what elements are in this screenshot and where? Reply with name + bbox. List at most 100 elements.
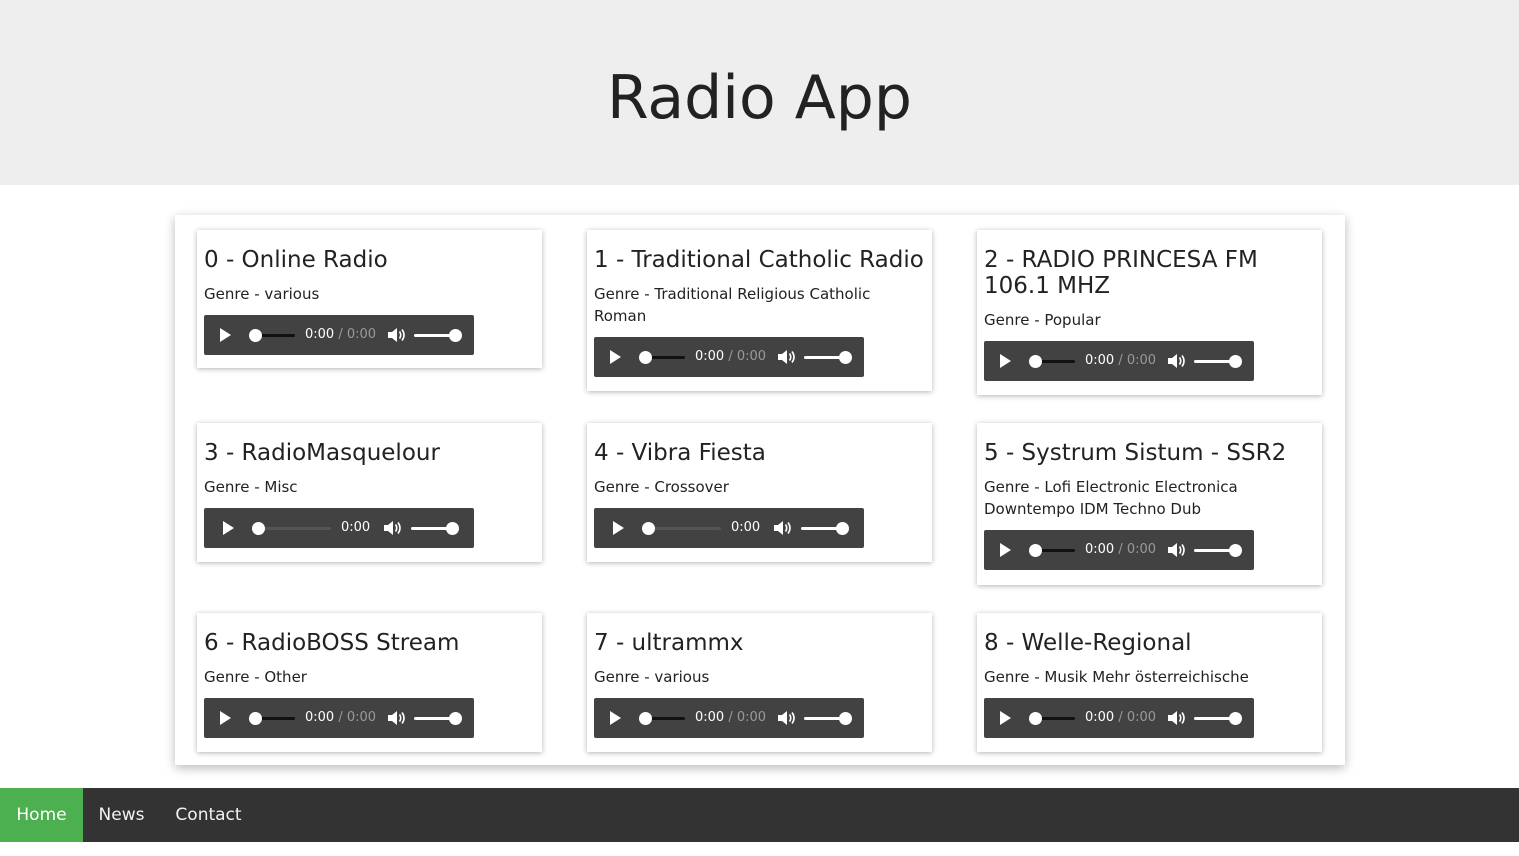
volume-slider[interactable] <box>414 717 454 720</box>
seek-thumb[interactable] <box>249 329 262 342</box>
audio-player[interactable]: 0:00 / 0:00 <box>594 698 864 738</box>
station-card: 3 - RadioMasquelour Genre - Misc 0:00 <box>197 423 542 562</box>
station-genre: Genre - Lofi Electronic Electronica Down… <box>984 478 1238 518</box>
seek-bar[interactable] <box>648 527 721 530</box>
station-name: 3 - RadioMasquelour <box>204 440 440 466</box>
volume-icon[interactable] <box>382 520 402 536</box>
volume-icon[interactable] <box>776 710 796 726</box>
seek-thumb[interactable] <box>639 351 652 364</box>
station-genre: Genre - Popular <box>984 311 1101 329</box>
time-display: 0:00 / 0:00 <box>1085 353 1157 368</box>
station-name: 1 - Traditional Catholic Radio <box>594 247 924 273</box>
duration-time: 0:00 <box>1126 353 1157 368</box>
volume-slider[interactable] <box>801 527 841 530</box>
play-icon[interactable] <box>1000 354 1011 368</box>
nav-item-home[interactable]: Home <box>0 788 83 842</box>
station-name: 7 - ultrammx <box>594 630 744 656</box>
audio-player[interactable]: 0:00 / 0:00 <box>204 698 474 738</box>
duration-time: 0:00 <box>346 710 377 725</box>
current-time: 0:00 <box>1085 710 1115 725</box>
volume-thumb[interactable] <box>839 351 852 364</box>
station-genre: Genre - Traditional Religious Catholic R… <box>594 285 871 325</box>
volume-slider[interactable] <box>411 527 451 530</box>
audio-player[interactable]: 0:00 / 0:00 <box>594 337 864 377</box>
play-icon[interactable] <box>220 328 231 342</box>
volume-slider[interactable] <box>1194 360 1234 363</box>
page-header: Radio App <box>0 0 1519 185</box>
volume-thumb[interactable] <box>1229 355 1242 368</box>
audio-player[interactable]: 0:00 / 0:00 <box>984 530 1254 570</box>
station-card: 5 - Systrum Sistum - SSR2 Genre - Lofi E… <box>977 423 1322 585</box>
station-genre: Genre - Misc <box>204 478 298 496</box>
audio-player[interactable]: 0:00 / 0:00 <box>984 341 1254 381</box>
station-name: 8 - Welle-Regional <box>984 630 1192 656</box>
volume-icon[interactable] <box>386 710 406 726</box>
bottom-nav: Home News Contact <box>0 788 1519 842</box>
volume-thumb[interactable] <box>1229 712 1242 725</box>
seek-bar[interactable] <box>258 527 331 530</box>
seek-thumb[interactable] <box>1029 544 1042 557</box>
time-display: 0:00 / 0:00 <box>695 710 767 725</box>
volume-slider[interactable] <box>804 717 844 720</box>
station-genre: Genre - Musik Mehr österreichische <box>984 668 1249 686</box>
current-time: 0:00 <box>695 710 725 725</box>
current-time: 0:00 <box>305 327 335 342</box>
seek-thumb[interactable] <box>1029 712 1042 725</box>
current-time: 0:00 <box>695 349 725 364</box>
station-genre: Genre - various <box>594 668 710 686</box>
audio-player[interactable]: 0:00 <box>204 508 474 548</box>
station-name: 0 - Online Radio <box>204 247 388 273</box>
volume-thumb[interactable] <box>449 712 462 725</box>
volume-thumb[interactable] <box>836 522 849 535</box>
volume-thumb[interactable] <box>449 329 462 342</box>
station-genre: Genre - Crossover <box>594 478 729 496</box>
audio-player[interactable]: 0:00 <box>594 508 864 548</box>
play-icon[interactable] <box>220 711 231 725</box>
time-display: 0:00 / 0:00 <box>1085 542 1157 557</box>
volume-thumb[interactable] <box>839 712 852 725</box>
station-card: 2 - RADIO PRINCESA FM 106.1 MHZ Genre - … <box>977 230 1322 395</box>
volume-thumb[interactable] <box>1229 544 1242 557</box>
play-icon[interactable] <box>1000 711 1011 725</box>
seek-thumb[interactable] <box>249 712 262 725</box>
nav-item-news[interactable]: News <box>83 788 160 842</box>
seek-thumb[interactable] <box>642 522 655 535</box>
volume-icon[interactable] <box>386 327 406 343</box>
volume-icon[interactable] <box>772 520 792 536</box>
seek-thumb[interactable] <box>252 522 265 535</box>
time-display: 0:00 <box>341 519 370 537</box>
nav-item-contact[interactable]: Contact <box>160 788 257 842</box>
stations-container: 0 - Online Radio Genre - various 0:00 / … <box>175 215 1345 765</box>
time-display: 0:00 / 0:00 <box>1085 710 1157 725</box>
station-name: 6 - RadioBOSS Stream <box>204 630 460 656</box>
volume-icon[interactable] <box>1166 710 1186 726</box>
seek-thumb[interactable] <box>639 712 652 725</box>
volume-thumb[interactable] <box>446 522 459 535</box>
current-time: 0:00 <box>341 520 371 535</box>
station-card: 7 - ultrammx Genre - various 0:00 / 0:00 <box>587 613 932 752</box>
time-display: 0:00 / 0:00 <box>305 327 377 342</box>
volume-icon[interactable] <box>776 349 796 365</box>
play-icon[interactable] <box>610 350 621 364</box>
current-time: 0:00 <box>1085 353 1115 368</box>
volume-slider[interactable] <box>1194 549 1234 552</box>
station-genre: Genre - various <box>204 285 320 303</box>
play-icon[interactable] <box>223 521 234 535</box>
volume-slider[interactable] <box>804 356 844 359</box>
duration-time: 0:00 <box>346 327 377 342</box>
time-display: 0:00 <box>731 519 760 537</box>
duration-time: 0:00 <box>736 349 767 364</box>
station-card: 0 - Online Radio Genre - various 0:00 / … <box>197 230 542 368</box>
play-icon[interactable] <box>1000 543 1011 557</box>
station-card: 1 - Traditional Catholic Radio Genre - T… <box>587 230 932 391</box>
audio-player[interactable]: 0:00 / 0:00 <box>204 315 474 355</box>
audio-player[interactable]: 0:00 / 0:00 <box>984 698 1254 738</box>
volume-icon[interactable] <box>1166 542 1186 558</box>
volume-icon[interactable] <box>1166 353 1186 369</box>
volume-slider[interactable] <box>414 334 454 337</box>
play-icon[interactable] <box>610 711 621 725</box>
play-icon[interactable] <box>613 521 624 535</box>
seek-thumb[interactable] <box>1029 355 1042 368</box>
volume-slider[interactable] <box>1194 717 1234 720</box>
station-name: 2 - RADIO PRINCESA FM 106.1 MHZ <box>984 247 1258 299</box>
